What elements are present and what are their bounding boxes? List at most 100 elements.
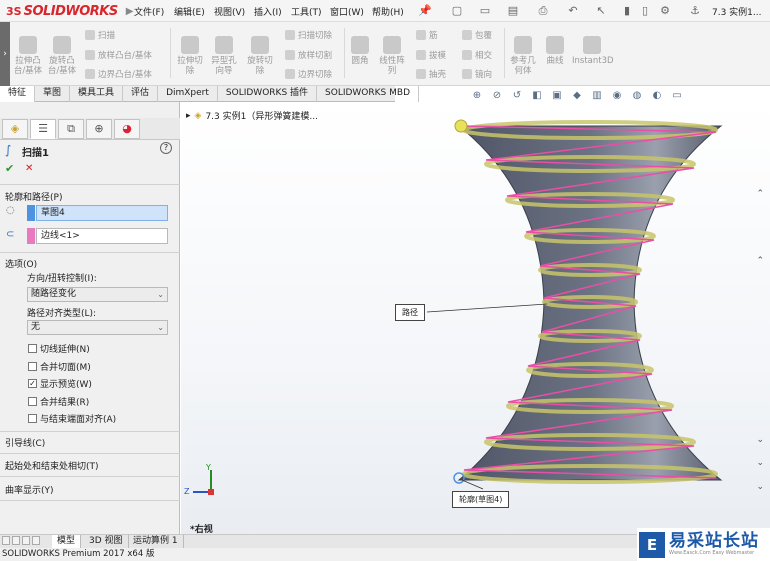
tab-evaluate[interactable]: 评估 <box>123 86 159 102</box>
pin-icon[interactable]: 📌 <box>418 4 432 17</box>
align-end-faces-checkbox[interactable] <box>28 414 37 423</box>
mirror-button[interactable]: 镜向 <box>462 68 492 80</box>
scene-icon[interactable]: ◐ <box>650 90 664 102</box>
tab-addins[interactable]: SOLIDWORKS 插件 <box>218 86 318 102</box>
path-selection-field[interactable]: 边线<1> <box>36 228 168 244</box>
revolve-boss-button[interactable]: 旋转凸 台/基体 <box>46 36 78 76</box>
previous-tab-button[interactable] <box>12 536 20 545</box>
dynamic-annotation-icon[interactable]: ▣ <box>550 90 564 102</box>
merge-result-checkbox[interactable] <box>28 397 37 406</box>
curvature-display-section-title[interactable]: 曲率显示(Y) <box>5 483 54 496</box>
section-view-icon[interactable]: ◧ <box>530 90 544 102</box>
fillet-button[interactable]: 圆角 <box>346 36 374 66</box>
intersect-button[interactable]: 相交 <box>462 49 492 61</box>
tab-3d-views[interactable]: 3D 视图 <box>84 535 129 548</box>
shell-button[interactable]: 抽壳 <box>416 68 446 80</box>
orientation-dropdown[interactable]: 随路径变化 ⌄ <box>27 287 168 302</box>
expand-chevron-icon[interactable]: ⌄ <box>756 458 764 468</box>
file-properties-icon[interactable]: ▯ <box>638 4 652 17</box>
loft-boss-button[interactable]: 放样凸台/基体 <box>85 49 152 61</box>
path-callout[interactable]: 路径 <box>395 304 425 321</box>
menu-insert[interactable]: 插入(I) <box>254 5 282 18</box>
profile-start-point[interactable] <box>454 119 468 133</box>
tab-motion-study[interactable]: 运动算例 1 <box>128 535 184 548</box>
tab-features[interactable]: 特征 <box>0 86 36 102</box>
menu-window[interactable]: 窗口(W) <box>330 5 364 18</box>
linear-pattern-button[interactable]: 线性阵 列 <box>376 36 408 76</box>
tab-dimxpert[interactable]: DimXpert <box>158 86 218 102</box>
property-manager-tab-icon[interactable]: ☰ <box>30 119 56 139</box>
wrap-button[interactable]: 包覆 <box>462 29 492 41</box>
gear-icon[interactable]: ⚙ <box>658 4 672 17</box>
path-align-dropdown[interactable]: 无 ⌄ <box>27 320 168 335</box>
expand-arrow-icon[interactable]: ▸ <box>186 111 191 121</box>
curves-button[interactable]: 曲线 <box>542 36 568 66</box>
tab-mbd[interactable]: SOLIDWORKS MBD <box>317 86 419 102</box>
view-settings-icon[interactable]: ▭ <box>670 90 684 102</box>
configuration-manager-tab-icon[interactable]: ⧉ <box>58 119 84 139</box>
menu-tools[interactable]: 工具(T) <box>291 5 322 18</box>
start-end-tangency-section-title[interactable]: 起始处和结束处相切(T) <box>5 459 99 472</box>
appearance-icon[interactable]: ◍ <box>630 90 644 102</box>
print-icon[interactable]: ⎙ <box>536 4 550 17</box>
select-arrow-icon[interactable]: ↖ <box>594 4 608 17</box>
feature-manager-tab-icon[interactable]: ◈ <box>2 119 28 139</box>
tab-mold-tools[interactable]: 模具工具 <box>70 86 124 102</box>
extrude-boss-button[interactable]: 拉伸凸 台/基体 <box>12 36 44 76</box>
open-folder-icon[interactable]: ▭ <box>478 4 492 17</box>
save-icon[interactable]: ▤ <box>506 4 520 17</box>
menu-help[interactable]: 帮助(H) <box>372 5 404 18</box>
tangent-extension-checkbox[interactable] <box>28 344 37 353</box>
rib-button[interactable]: 筋 <box>416 29 438 41</box>
profile-path-section-title[interactable]: 轮廓和路径(P) <box>5 190 62 203</box>
expand-chevron-icon[interactable]: ⌄ <box>756 435 764 445</box>
zoom-to-fit-icon[interactable]: ⊕ <box>470 90 484 102</box>
collapse-chevron-icon[interactable]: ⌃ <box>756 256 764 266</box>
instant3d-button[interactable]: Instant3D <box>572 36 614 66</box>
tab-sketch[interactable]: 草图 <box>35 86 71 102</box>
menu-edit[interactable]: 编辑(E) <box>174 5 205 18</box>
cancel-x-icon[interactable]: ✕ <box>25 163 33 174</box>
hole-wizard-button[interactable]: 异型孔 向导 <box>208 36 240 76</box>
boundary-boss-button[interactable]: 边界凸台/基体 <box>85 68 152 80</box>
spring-model-view[interactable] <box>181 102 770 534</box>
solidworks-logo[interactable]: 3S SOLIDWORKS ▶ <box>6 3 133 19</box>
boundary-cut-button[interactable]: 边界切除 <box>285 68 332 80</box>
ok-check-icon[interactable]: ✔ <box>5 162 14 175</box>
first-tab-button[interactable] <box>2 536 10 545</box>
tab-model[interactable]: 模型 <box>52 535 82 548</box>
profile-selection-field[interactable]: 草图4 <box>36 205 168 221</box>
new-document-icon[interactable]: ▢ <box>450 4 464 17</box>
extrude-cut-button[interactable]: 拉伸切 除 <box>174 36 206 76</box>
menu-view[interactable]: 视图(V) <box>214 5 245 18</box>
swept-cut-button[interactable]: 扫描切除 <box>285 29 332 41</box>
feature-tree-root[interactable]: ▸ ◈ 7.3 实例1（异形弹簧建模... <box>186 109 318 123</box>
display-style-icon[interactable]: ▥ <box>590 90 604 102</box>
reference-geometry-button[interactable]: 参考几 何体 <box>508 36 538 76</box>
ribbon-collapse-toggle[interactable]: › <box>0 22 10 86</box>
tangent-extension-option[interactable]: 切线延伸(N) <box>28 342 90 355</box>
merge-result-option[interactable]: 合并结果(R) <box>28 395 89 408</box>
view-orientation-icon[interactable]: ◆ <box>570 90 584 102</box>
help-icon[interactable]: ? <box>160 142 172 154</box>
options-section-title[interactable]: 选项(O) <box>5 257 37 270</box>
show-preview-checkbox[interactable]: ✓ <box>28 379 37 388</box>
dimxpert-manager-tab-icon[interactable]: ⊕ <box>86 119 112 139</box>
chevron-right-icon[interactable]: ▶ <box>126 6 134 17</box>
show-preview-option[interactable]: ✓ 显示预览(W) <box>28 377 92 390</box>
merge-tangent-faces-checkbox[interactable] <box>28 362 37 371</box>
expand-chevron-icon[interactable]: ⌄ <box>756 482 764 492</box>
hide-show-icon[interactable]: ◉ <box>610 90 624 102</box>
profile-callout[interactable]: 轮廓(草图4) <box>452 491 510 508</box>
next-tab-button[interactable] <box>22 536 30 545</box>
guide-curves-section-title[interactable]: 引导线(C) <box>5 436 45 449</box>
loft-cut-button[interactable]: 放样切割 <box>285 49 332 61</box>
align-end-faces-option[interactable]: 与结束端面对齐(A) <box>28 412 116 425</box>
revolve-cut-button[interactable]: 旋转切 除 <box>244 36 276 76</box>
sweep-button[interactable]: 扫描 <box>85 29 115 41</box>
menu-file[interactable]: 文件(F) <box>134 5 164 18</box>
previous-view-icon[interactable]: ↺ <box>510 90 524 102</box>
display-manager-tab-icon[interactable]: ◕ <box>114 119 140 139</box>
draft-button[interactable]: 拔模 <box>416 49 446 61</box>
collapse-chevron-icon[interactable]: ⌃ <box>756 189 764 199</box>
